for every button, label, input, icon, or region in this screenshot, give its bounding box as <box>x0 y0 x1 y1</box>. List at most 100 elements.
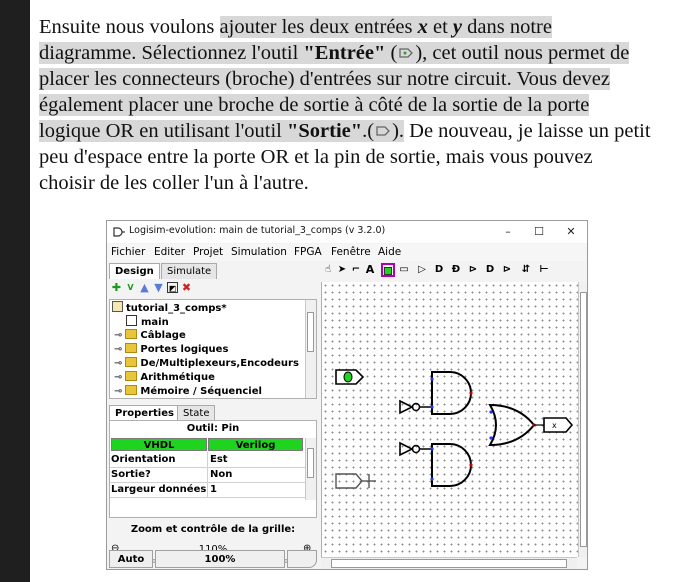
menu-editer[interactable]: Editer <box>154 246 185 258</box>
output-pin-icon <box>376 126 390 136</box>
tree-item-label: main <box>141 317 169 328</box>
tree-item-memoire[interactable]: ⊸ Mémoire / Séquenciel <box>114 385 262 399</box>
nand-gate-tool-icon[interactable]: D <box>483 263 497 277</box>
circuit-canvas[interactable]: x <box>321 282 578 557</box>
para-text: Ensuite nous voulons <box>39 16 220 38</box>
input-pin-active[interactable] <box>335 369 365 385</box>
input-pin-ghost[interactable] <box>335 473 376 489</box>
zoom-100-button[interactable]: 100% <box>155 550 285 568</box>
expand-handle-icon[interactable]: ⊸ <box>114 330 122 341</box>
canvas-vscroll-thumb[interactable] <box>580 292 587 547</box>
xor-gate-tool-icon[interactable]: ⊳ <box>466 263 480 277</box>
verilog-header[interactable]: Verilog <box>208 438 303 451</box>
canvas-vertical-scrollbar[interactable] <box>578 282 587 557</box>
tab-design[interactable]: Design <box>109 263 160 279</box>
or-gate[interactable] <box>488 403 536 447</box>
row-divider <box>110 467 305 468</box>
tree-item-label: Câblage <box>140 330 186 341</box>
probe-tool-icon[interactable]: ⊢ <box>537 263 551 277</box>
output-pin-label: x <box>552 421 557 430</box>
logisim-window: Logisim-evolution: main de tutorial_3_co… <box>106 220 588 570</box>
nor-gate-tool-icon[interactable]: ⊳ <box>500 263 514 277</box>
tree-item-label: Mémoire / Séquenciel <box>140 386 262 397</box>
properties-scrollbar[interactable] <box>305 438 316 500</box>
wiring-tool-icon[interactable]: ⌐ <box>349 263 363 277</box>
property-value[interactable]: 1 <box>208 482 305 497</box>
grid-toggle-button[interactable] <box>287 550 317 568</box>
properties-scrollbar-thumb[interactable] <box>307 448 314 478</box>
tree-scrollbar-thumb[interactable] <box>307 312 314 352</box>
delete-icon[interactable]: ✖ <box>181 282 192 293</box>
tree-item-label: Arithmétique <box>140 372 215 383</box>
menu-fpga[interactable]: FPGA <box>294 246 322 258</box>
and-gate-2[interactable] <box>430 443 473 487</box>
auto-button[interactable]: Auto <box>109 550 153 568</box>
move-down-icon[interactable]: ▼ <box>153 282 164 293</box>
output-pin[interactable]: x <box>534 417 574 433</box>
tree-item-arithmetique[interactable]: ⊸ Arithmétique <box>114 371 215 385</box>
tree-item-project[interactable]: tutorial_3_comps* <box>112 301 227 315</box>
tab-properties[interactable]: Properties <box>109 405 180 421</box>
not-gate-2[interactable] <box>399 441 432 457</box>
menu-bar: Fichier Editer Projet Simulation FPGA Fe… <box>107 244 587 261</box>
window-title: Logisim-evolution: main de tutorial_3_co… <box>129 225 386 236</box>
var-y: y <box>452 16 463 38</box>
menu-fichier[interactable]: Fichier <box>111 246 145 258</box>
close-button[interactable]: ✕ <box>560 223 582 241</box>
tree-item-label: Portes logiques <box>140 344 229 355</box>
tree-scrollbar[interactable] <box>305 300 316 398</box>
row-divider <box>110 497 305 498</box>
para-text: ). <box>392 120 405 142</box>
expand-handle-icon[interactable]: ⊸ <box>114 386 122 397</box>
project-icon <box>112 301 123 312</box>
explorer-panel: Design Simulate ✚ V ▲ ▼ ◩ ✖ tutorial_3_c… <box>109 263 319 569</box>
input-pin-icon <box>399 48 414 58</box>
tab-state[interactable]: State <box>177 405 216 421</box>
folder-icon <box>125 357 138 367</box>
move-up-icon[interactable]: ▲ <box>139 282 150 293</box>
vhdl-header[interactable]: VHDL <box>111 438 207 451</box>
input-pin-tool-icon[interactable] <box>381 263 395 277</box>
tree-item-cablage[interactable]: ⊸ Câblage <box>114 329 186 343</box>
expand-handle-icon[interactable]: ⊸ <box>114 372 122 383</box>
maximize-button[interactable]: ☐ <box>528 223 550 241</box>
tutorial-paragraph: Ensuite nous voulons ajouter les deux en… <box>39 14 651 196</box>
not-gate-1[interactable] <box>399 399 432 415</box>
menu-projet[interactable]: Projet <box>193 246 223 258</box>
tree-item-multiplexeurs[interactable]: ⊸ De/Multiplexeurs,Encodeurs <box>114 357 299 371</box>
menu-aide[interactable]: Aide <box>378 246 401 258</box>
or-gate-tool-icon[interactable]: Ð <box>449 263 463 277</box>
add-vhdl-icon[interactable]: V <box>125 282 136 293</box>
circuit-drawing: x <box>335 369 574 489</box>
canvas-horizontal-scrollbar[interactable] <box>321 557 577 569</box>
property-key: Orientation <box>111 454 176 465</box>
zoom-title: Zoom et contrôle de la grille: <box>130 524 296 535</box>
canvas-hscroll-thumb[interactable] <box>331 559 567 568</box>
logisim-app-icon <box>113 227 125 237</box>
folder-icon <box>125 371 138 381</box>
select-tool-icon[interactable]: ➤ <box>335 263 349 277</box>
and-gate-tool-icon[interactable]: D <box>432 263 446 277</box>
tree-toolbar: ✚ V ▲ ▼ ◩ ✖ <box>111 282 231 296</box>
tools-toolbar: ☝ ➤ ⌐ A ▭ ▷ D Ð ⊳ D ⊳ ⇵ ⊢ <box>321 262 587 280</box>
menu-simulation[interactable]: Simulation <box>231 246 287 258</box>
minimize-button[interactable]: – <box>497 223 519 241</box>
property-value[interactable]: Est <box>208 452 305 467</box>
tree-item-main[interactable]: main <box>126 315 169 329</box>
menu-fenetre[interactable]: Fenêtre <box>331 246 371 258</box>
toolbox-tree: tutorial_3_comps* main ⊸ Câblage ⊸ Portes … <box>109 299 317 399</box>
add-circuit-icon[interactable]: ✚ <box>111 282 122 293</box>
poke-tool-icon[interactable]: ☝ <box>321 263 335 277</box>
expand-handle-icon[interactable]: ⊸ <box>114 344 122 355</box>
tree-item-label: tutorial_3_comps* <box>126 303 227 314</box>
expand-handle-icon[interactable]: ⊸ <box>114 358 122 369</box>
tree-item-portes-logiques[interactable]: ⊸ Portes logiques <box>114 343 228 357</box>
not-gate-tool-icon[interactable]: ▷ <box>415 263 429 277</box>
tab-simulate[interactable]: Simulate <box>161 263 218 279</box>
and-gate-1[interactable] <box>430 371 473 415</box>
appearance-tool-icon[interactable]: ⇵ <box>519 263 533 277</box>
output-pin-tool-icon[interactable]: ▭ <box>397 263 411 277</box>
edit-appearance-icon[interactable]: ◩ <box>167 282 178 293</box>
property-value[interactable]: Non <box>208 467 305 482</box>
text-tool-icon[interactable]: A <box>363 263 377 277</box>
